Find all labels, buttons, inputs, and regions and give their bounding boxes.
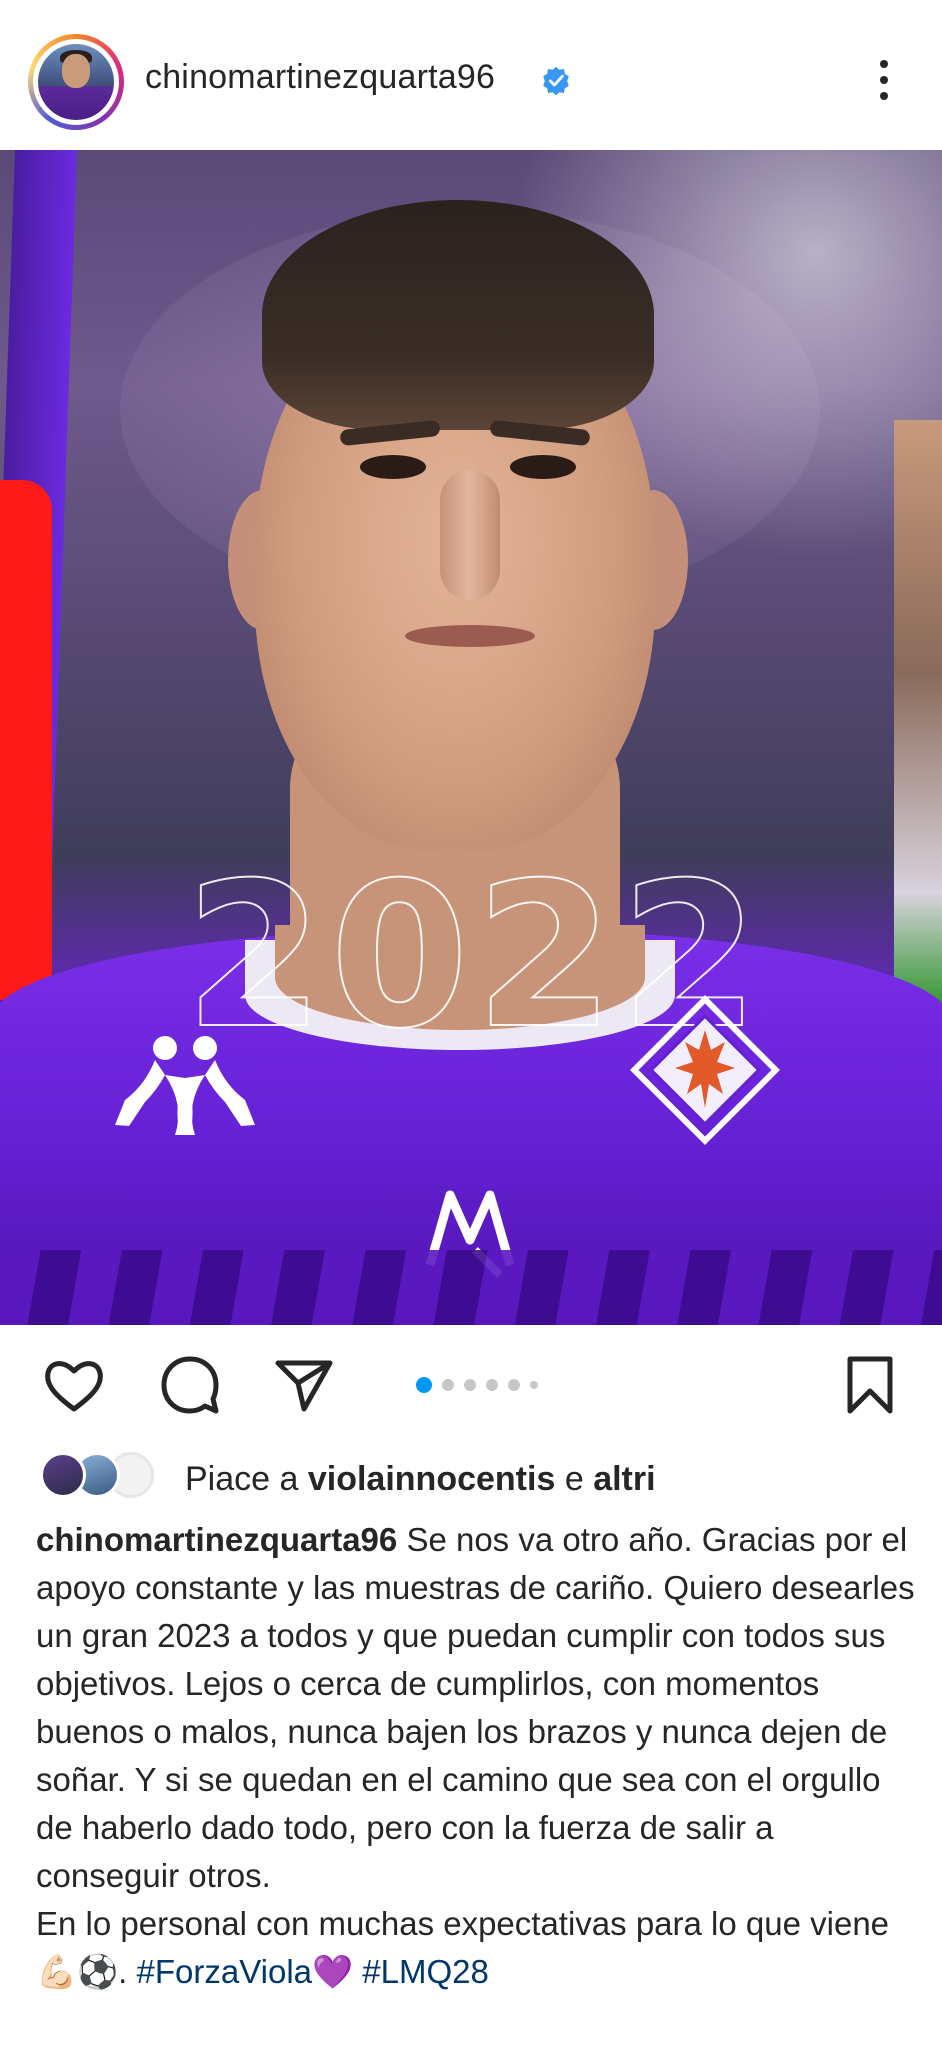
post-caption: chinomartinezquarta96 Se nos va otro año…: [36, 1516, 916, 1996]
avatar-image: [38, 44, 114, 120]
liker-avatars[interactable]: [40, 1452, 170, 1500]
carousel-dot: [442, 1379, 454, 1391]
share-icon[interactable]: [272, 1353, 336, 1417]
caption-username[interactable]: chinomartinezquarta96: [36, 1521, 397, 1558]
hashtag-link[interactable]: #ForzaViola: [137, 1953, 313, 1990]
next-slide-preview: [894, 420, 942, 1050]
comment-icon[interactable]: [158, 1353, 222, 1417]
heart-icon[interactable]: [42, 1353, 106, 1417]
carousel-dot: [508, 1379, 520, 1391]
red-brush-stripe: [0, 480, 52, 1000]
carousel-dot: [486, 1379, 498, 1391]
caption-text: Se nos va otro año. Gracias por el apoyo…: [36, 1521, 915, 1894]
liked-by-username[interactable]: violainnocentis: [308, 1460, 556, 1498]
carousel-indicator: [416, 1377, 538, 1393]
liker-avatar: [40, 1452, 86, 1498]
hashtag-link[interactable]: #LMQ28: [362, 1953, 489, 1990]
bookmark-icon[interactable]: [838, 1353, 902, 1417]
others-link[interactable]: altri: [593, 1460, 655, 1498]
likes-row: Piace a violainnocentis e altri: [40, 1446, 920, 1506]
carousel-dot: [464, 1379, 476, 1391]
verified-badge-icon: [543, 66, 569, 96]
likes-summary[interactable]: Piace a violainnocentis e altri: [185, 1460, 656, 1499]
post-image[interactable]: 2022: [0, 150, 942, 1325]
carousel-dot: [416, 1377, 432, 1393]
purple-heart-emoji: 💜: [312, 1953, 354, 1990]
post-header: chinomartinezquarta96: [0, 0, 942, 150]
fiorentina-crest-icon: [630, 995, 780, 1145]
player-hair: [262, 200, 654, 430]
carousel-dot: [530, 1381, 538, 1389]
profile-username[interactable]: chinomartinezquarta96: [145, 58, 495, 97]
profile-avatar[interactable]: [28, 34, 124, 130]
kappa-logo-icon: [115, 1036, 255, 1135]
more-options-icon[interactable]: [870, 56, 898, 104]
